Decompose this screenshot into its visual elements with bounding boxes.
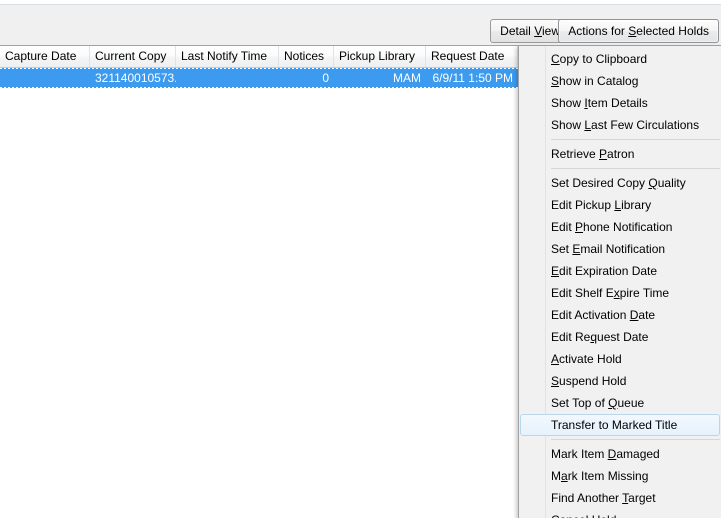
menu-item-label-post: ibrary — [621, 198, 652, 212]
column-header-request-date[interactable]: Request Date — [426, 46, 518, 67]
menu-item-label-post: ate — [638, 308, 656, 322]
menu-item-mnemonic: Q — [648, 176, 658, 190]
menu-item-edit-phone-notification[interactable]: Edit Phone Notification — [520, 216, 721, 238]
cell-last-notify-time — [176, 68, 279, 88]
menu-item-suspend-hold[interactable]: Suspend Hold — [520, 370, 721, 392]
menu-item-mnemonic: S — [551, 74, 560, 88]
menu-item-set-desired-copy-quality[interactable]: Set Desired Copy Quality — [520, 172, 721, 194]
menu-item-label-post: uest Date — [597, 330, 649, 344]
menu-item-edit-pickup-library[interactable]: Edit Pickup Library — [520, 194, 721, 216]
menu-item-mnemonic: Q — [608, 396, 618, 410]
menu-item-label-pre: Set Top of — [551, 396, 609, 410]
menu-item-mark-item-damaged[interactable]: Mark Item Damaged — [520, 443, 721, 465]
menu-item-label-pre: Edit Shelf E — [551, 286, 614, 300]
menu-item-mnemonic: P — [599, 147, 608, 161]
menu-item-label-pre: Edit Activation — [551, 308, 630, 322]
menu-item-label-post: dit Expiration Date — [559, 264, 658, 278]
menu-separator — [551, 139, 720, 140]
menu-item-mnemonic: E — [551, 264, 560, 278]
menu-item-label-post: tem Details — [587, 96, 648, 110]
menu-item-label-pre: Retrieve — [551, 147, 600, 161]
menu-item-label-pre: Show — [551, 96, 585, 110]
menu-item-label-post: uality — [657, 176, 686, 190]
column-header-notices[interactable]: Notices — [279, 46, 334, 67]
detail-view-label-pre: Detail — [500, 24, 535, 38]
menu-item-label-pre: Cancel Hold — [551, 513, 616, 518]
menu-item-label-post: rk Item Missing — [567, 469, 649, 483]
menu-item-label-post: atron — [607, 147, 635, 161]
menu-item-label-pre: Set — [551, 242, 573, 256]
menu-item-mnemonic: S — [551, 374, 560, 388]
menu-item-label-post: uspend Hold — [559, 374, 627, 388]
menu-item-mnemonic: P — [575, 220, 584, 234]
menu-item-show-in-catalog[interactable]: Show in Catalog — [520, 70, 721, 92]
menu-item-edit-activation-date[interactable]: Edit Activation Date — [520, 304, 721, 326]
menu-item-label-pre: Show — [551, 118, 585, 132]
detail-view-mnemonic: V — [534, 24, 542, 38]
menu-item-label-pre: Edit — [551, 220, 576, 234]
menu-item-label-post: ctivate Hold — [559, 352, 622, 366]
menu-item-show-item-details[interactable]: Show Item Details — [520, 92, 721, 114]
top-toolbar: Detail View Actions for Selected Holds — [0, 0, 721, 46]
menu-item-label-post: arget — [628, 491, 656, 505]
column-header-current-copy[interactable]: Current Copy — [90, 46, 176, 67]
menu-item-mnemonic: a — [561, 469, 568, 483]
menu-separator — [551, 168, 720, 169]
cell-current-copy: 321140010573... — [95, 71, 176, 85]
menu-item-label-post: opy to Clipboard — [559, 52, 648, 66]
menu-item-set-email-notification[interactable]: Set Email Notification — [520, 238, 721, 260]
menu-item-show-last-few-circulations[interactable]: Show Last Few Circulations — [520, 114, 721, 136]
menu-item-label-post: how in Catalog — [559, 74, 639, 88]
actions-label-pre: Actions for — [568, 24, 629, 38]
menu-item-cancel-hold[interactable]: Cancel Hold — [520, 509, 721, 518]
column-header-pickup-library[interactable]: Pickup Library — [334, 46, 426, 67]
actions-context-menu: Copy to Clipboard Show in Catalog Show Ite… — [518, 45, 721, 518]
column-header-capture-date[interactable]: Capture Date — [0, 46, 90, 67]
menu-item-retrieve-patron[interactable]: Retrieve Patron — [520, 143, 721, 165]
menu-item-set-top-of-queue[interactable]: Set Top of Queue — [520, 392, 721, 414]
menu-item-mark-item-missing[interactable]: Mark Item Missing — [520, 465, 721, 487]
menu-item-label-pre: Edit Re — [551, 330, 591, 344]
cell-pickup-library: MAM — [393, 71, 421, 85]
menu-item-label-post: ast Few Circulations — [591, 118, 700, 132]
menu-item-label-pre: Mark Item — [551, 447, 608, 461]
cell-request-date: 6/9/11 1:50 PM — [432, 71, 514, 85]
menu-item-mnemonic: C — [551, 52, 560, 66]
actions-for-selected-holds-button[interactable]: Actions for Selected Holds — [558, 19, 719, 43]
menu-item-label-post: hone Notification — [583, 220, 673, 234]
menu-item-label-pre: Transfer to Marked Title — [551, 418, 678, 432]
menu-item-activate-hold[interactable]: Activate Hold — [520, 348, 721, 370]
menu-separator — [551, 439, 720, 440]
actions-label-post: elected Holds — [636, 24, 709, 38]
menu-item-label-post: amaged — [616, 447, 660, 461]
menu-item-edit-request-date[interactable]: Edit Request Date — [520, 326, 721, 348]
menu-item-mnemonic: A — [551, 352, 560, 366]
menu-item-find-another-target[interactable]: Find Another Target — [520, 487, 721, 509]
menu-item-label-pre: M — [551, 469, 561, 483]
menu-item-edit-shelf-expire-time[interactable]: Edit Shelf Expire Time — [520, 282, 721, 304]
menu-item-transfer-to-marked-title[interactable]: Transfer to Marked Title — [520, 414, 720, 436]
menu-item-label-pre: Set Desired Copy — [551, 176, 649, 190]
cell-notices: 0 — [322, 71, 329, 85]
menu-item-edit-expiration-date[interactable]: Edit Expiration Date — [520, 260, 721, 282]
menu-item-copy-to-clipboard[interactable]: Copy to Clipboard — [520, 48, 721, 70]
menu-item-label-pre: Find Another — [551, 491, 623, 505]
menu-item-label-post: pire Time — [619, 286, 670, 300]
column-header-last-notify-time[interactable]: Last Notify Time — [176, 46, 279, 67]
menu-item-label-pre: Edit Pickup — [551, 198, 615, 212]
cell-capture-date — [0, 68, 90, 88]
menu-item-label-post: ueue — [617, 396, 645, 410]
menu-item-label-post: mail Notification — [580, 242, 666, 256]
menu-item-list: Copy to Clipboard Show in Catalog Show Ite… — [520, 48, 721, 518]
